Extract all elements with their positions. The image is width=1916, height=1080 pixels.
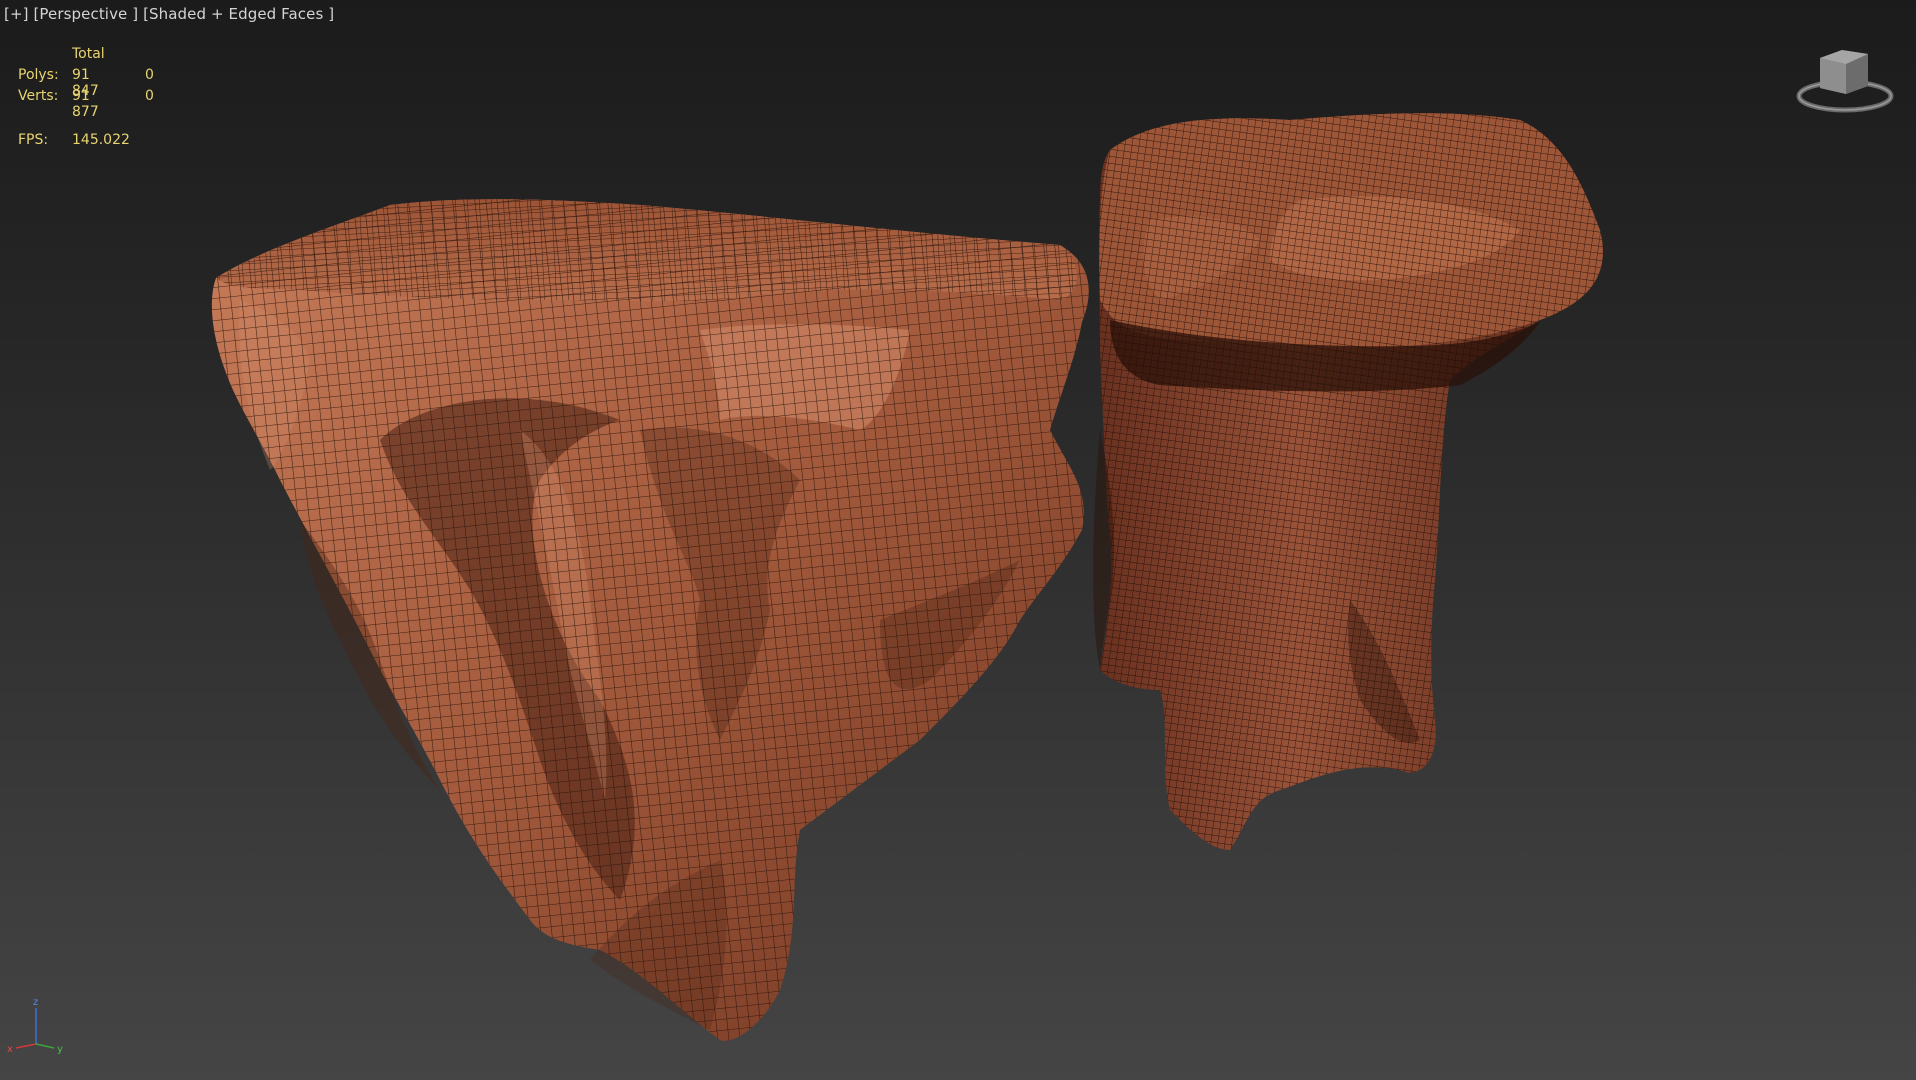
stats-fps: FPS: 145.022 [18, 132, 130, 148]
axis-tripod: z y x [6, 996, 66, 1056]
stats-polys-selected: 0 [145, 67, 154, 83]
viewcube-icon[interactable] [1790, 46, 1900, 118]
axis-x-label: x [7, 1044, 13, 1055]
rock-pillar-wireframe [1099, 113, 1603, 850]
viewport-labels: [+] [Perspective ] [Shaded + Edged Faces… [4, 5, 334, 23]
rock-pillar[interactable] [1093, 113, 1603, 850]
stats-polys-label: Polys: [18, 67, 59, 83]
axis-y-label: y [57, 1044, 63, 1055]
stats-verts-label: Verts: [18, 88, 59, 104]
stats-fps-label: FPS: [18, 132, 49, 148]
viewport-perspective[interactable]: [+] [Perspective ] [Shaded + Edged Faces… [0, 0, 1916, 1080]
stats-verts-total: 91 877 [72, 88, 99, 120]
viewport-shading-menu[interactable]: [Shaded + Edged Faces ] [143, 5, 334, 23]
viewport-scene[interactable] [0, 0, 1916, 1080]
axis-z-label: z [33, 997, 38, 1008]
stats-fps-value: 145.022 [72, 132, 130, 148]
viewport-point-of-view-menu[interactable]: [Perspective ] [33, 5, 138, 23]
rock-cliff-large[interactable] [211, 199, 1089, 1041]
stats-verts-selected: 0 [145, 88, 154, 104]
viewport-general-menu[interactable]: [+] [4, 5, 29, 23]
stats-total-header: Total [72, 46, 105, 62]
